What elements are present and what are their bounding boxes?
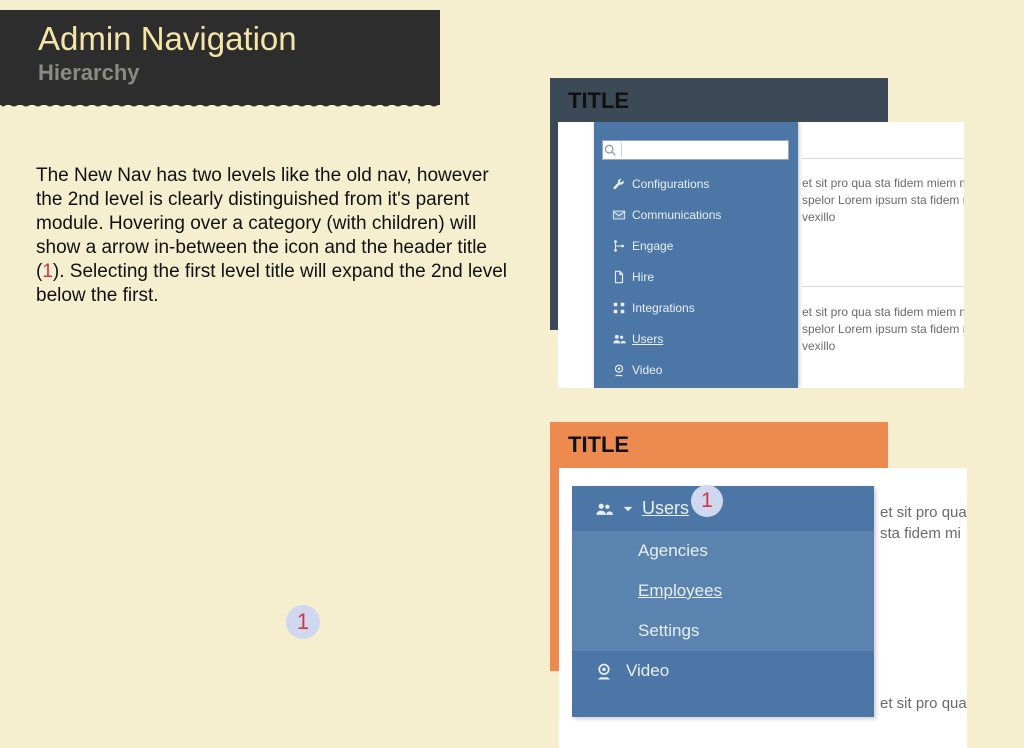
sidebar-item-label: Settings — [638, 621, 699, 641]
placeholder-text: et sit pro qua sta fidem miem m ipsum sp… — [802, 175, 964, 226]
sidebar-item-label: Users — [642, 498, 689, 519]
sidebar-item-label: Hire — [632, 270, 654, 284]
sidebar-item-label: Agencies — [638, 541, 708, 561]
sidebar-item-label: Users — [632, 332, 663, 346]
body-copy: The New Nav has two levels like the old … — [36, 164, 516, 308]
figure1-title: TITLE — [568, 88, 629, 114]
nodes-icon — [606, 239, 632, 253]
sidebar-item-label: Integrations — [632, 301, 695, 315]
placeholder-text: et sit pro qua — [880, 693, 967, 714]
page-header: Admin Navigation Hierarchy — [0, 10, 440, 105]
sidebar-item-label: Employees — [638, 581, 722, 601]
sidebar-item-users-expanded[interactable]: Users — [572, 486, 874, 531]
sidebar-item-users[interactable]: Users — [594, 323, 798, 354]
page-title: Admin Navigation — [38, 20, 440, 58]
sidebar-item-integrations[interactable]: Integrations — [594, 292, 798, 323]
admin-sidebar: Configurations Communications Engage Hir… — [594, 122, 798, 388]
placeholder-text: et sit pro qua sta fidem miem m ipsum sp… — [802, 304, 964, 355]
sidebar-item-video[interactable]: Video — [572, 651, 874, 691]
callout-marker-1: 1 — [691, 485, 723, 517]
search-icon — [603, 143, 622, 157]
wrench-icon — [606, 177, 632, 191]
document-icon — [606, 270, 632, 284]
placeholder-text: et sit pro qua m ipsum spe sta fidem mi — [880, 502, 967, 544]
sidebar-item-video[interactable]: Video — [594, 354, 798, 385]
figure2-header: TITLE — [550, 422, 888, 467]
users-icon — [592, 500, 616, 518]
sidebar-subitem-employees[interactable]: Employees — [572, 571, 874, 611]
page-subtitle: Hierarchy — [38, 60, 440, 86]
figure1-screenshot: et sit pro qua sta fidem miem m ipsum sp… — [558, 122, 964, 388]
sidebar-item-communications[interactable]: Communications — [594, 199, 798, 230]
sidebar-item-label: Communications — [632, 208, 721, 222]
sidebar-nav-list: Configurations Communications Engage Hir… — [594, 168, 798, 385]
sidebar-subitem-agencies[interactable]: Agencies — [572, 531, 874, 571]
admin-sidebar-expanded: Users Agencies Employees Settings Video — [572, 486, 874, 717]
header-scallop-trim — [0, 102, 440, 110]
chevron-down-icon — [618, 502, 638, 516]
sidebar-subitem-settings[interactable]: Settings — [572, 611, 874, 651]
users-icon — [606, 332, 632, 346]
sidebar-item-label: Configurations — [632, 177, 709, 191]
body-text-b: ). Selecting the first level title will … — [36, 261, 507, 306]
sidebar-item-configurations[interactable]: Configurations — [594, 168, 798, 199]
sidebar-item-label: Engage — [632, 239, 673, 253]
callout-marker-1: 1 — [286, 605, 320, 639]
figure2-title: TITLE — [568, 432, 629, 458]
webcam-icon — [592, 662, 616, 680]
envelope-icon — [606, 208, 632, 222]
sidebar-search[interactable] — [602, 140, 789, 160]
sidebar-item-hire[interactable]: Hire — [594, 261, 798, 292]
sidebar-item-engage[interactable]: Engage — [594, 230, 798, 261]
webcam-icon — [606, 363, 632, 377]
search-input[interactable] — [622, 142, 788, 158]
content-divider — [802, 158, 964, 159]
figure1-header: TITLE — [550, 78, 888, 123]
sidebar-item-label: Video — [632, 363, 662, 377]
grid-icon — [606, 301, 632, 315]
callout-marker-inline: 1 — [42, 261, 53, 282]
sidebar-submenu: Agencies Employees Settings — [572, 531, 874, 651]
content-divider — [802, 286, 964, 287]
figure2-screenshot: et sit pro qua m ipsum spe sta fidem mi … — [559, 468, 967, 748]
sidebar-item-label: Video — [626, 661, 669, 681]
